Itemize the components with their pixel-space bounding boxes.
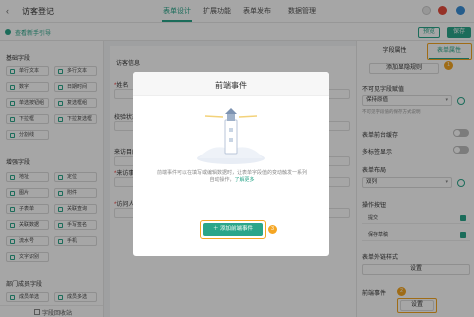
highlight-add-button <box>200 220 266 239</box>
learn-more-link[interactable]: 了解更多 <box>235 177 255 183</box>
dialog-description: 前端事件可以在填写或编辑数据时，让表单字段值的变动触发一系列自动操作，了解更多 <box>157 170 308 183</box>
dialog-title: 前端事件 <box>215 81 247 90</box>
frontend-event-dialog: 前端事件 前端事件可以在填写或编辑数据时，让表单字段值的变动触发一系列自动操作，… <box>133 72 329 256</box>
step-badge-3: 3 <box>268 225 277 234</box>
dialog-header: 前端事件 <box>133 72 329 96</box>
empty-state-illustration <box>197 108 265 164</box>
